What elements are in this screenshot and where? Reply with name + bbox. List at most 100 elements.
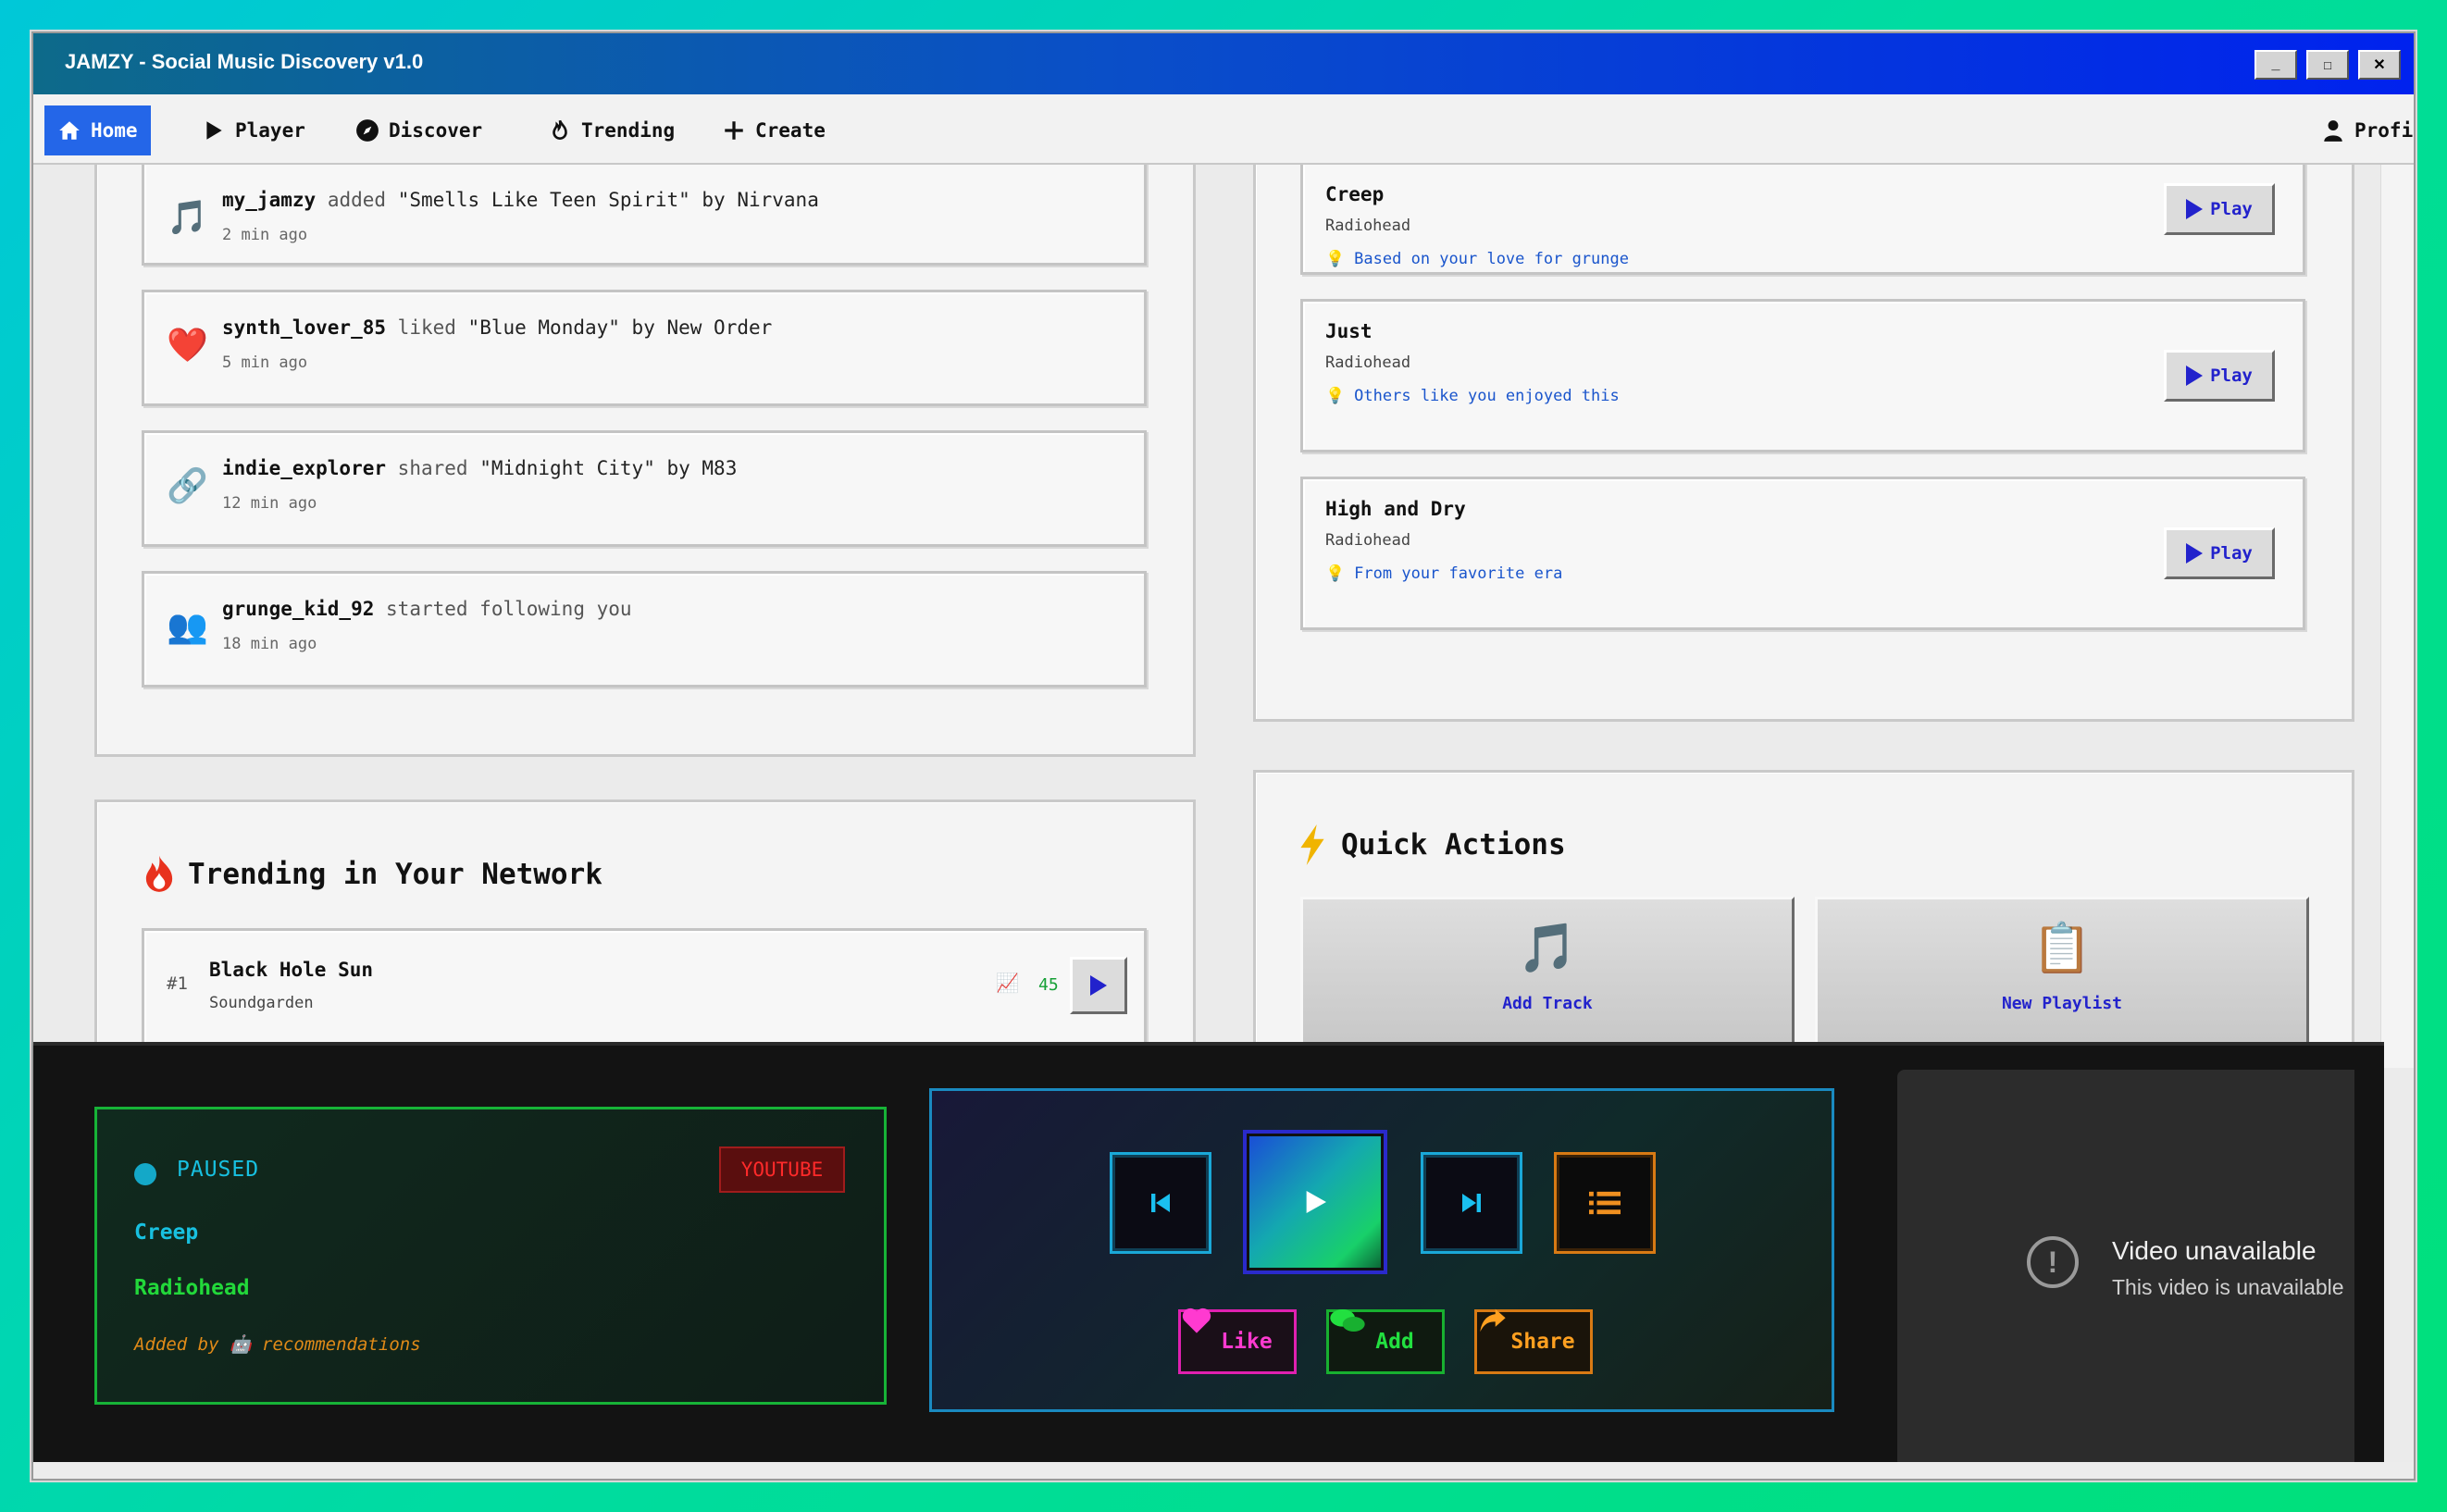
music-note-icon: 🎵	[167, 199, 208, 237]
status-dot	[134, 1163, 156, 1185]
activity-item[interactable]: 👥 grunge_kid_92 started following you 18…	[142, 571, 1147, 688]
now-playing-title[interactable]: Creep	[134, 1221, 198, 1245]
activity-item[interactable]: ❤️ synth_lover_85 liked "Blue Monday" by…	[142, 290, 1147, 406]
play-icon	[2186, 543, 2204, 564]
main-content[interactable]: 🎵 my_jamzy added "Smells Like Teen Spiri…	[33, 165, 2384, 1068]
maximize-button[interactable]: □	[2306, 50, 2349, 80]
trending-rank: #1	[167, 973, 188, 994]
plus-icon	[725, 121, 743, 140]
rec-artist: Radiohead	[1325, 353, 1411, 372]
status-strip	[33, 1462, 2414, 1479]
rec-reason-text: From your favorite era	[1354, 564, 1563, 583]
player-bar-edge	[2354, 1046, 2384, 1466]
lightbulb-icon: 💡	[1325, 250, 1346, 268]
add-track-label: Add Track	[1502, 994, 1593, 1013]
scrollbar[interactable]	[2380, 165, 2414, 1068]
recommendations-panel: Creep Radiohead 💡 Based on your love for …	[1253, 165, 2354, 722]
playback-controls: Like Add Share	[929, 1088, 1834, 1412]
share-arrow-icon	[1480, 1308, 1506, 1332]
window-title: JAMZY - Social Music Discovery v1.0	[65, 50, 424, 73]
activity-text: grunge_kid_92 started following you	[222, 598, 632, 620]
minimize-button[interactable]: _	[2254, 50, 2297, 80]
activity-user[interactable]: my_jamzy	[222, 189, 316, 211]
play-button[interactable]: Play	[2164, 183, 2275, 235]
rec-reason: 💡 Based on your love for grunge	[1325, 250, 1629, 268]
nav-profile-label: Profile	[2354, 119, 2414, 142]
add-button[interactable]: Add	[1326, 1309, 1445, 1374]
nav-discover[interactable]: Discover	[342, 105, 495, 155]
trending-item[interactable]: #1 Black Hole Sun Soundgarden 📈 45	[142, 928, 1147, 1045]
play-icon	[1306, 1191, 1326, 1213]
skip-next-icon	[1462, 1194, 1481, 1212]
recommendation-card[interactable]: High and Dry Radiohead 💡 From your favori…	[1300, 477, 2305, 630]
rec-title: Just	[1325, 320, 1373, 342]
activity-text: my_jamzy added "Smells Like Teen Spirit"…	[222, 189, 819, 211]
now-playing-artist[interactable]: Radiohead	[134, 1276, 250, 1300]
nav-home[interactable]: Home	[44, 105, 151, 155]
playback-status: PAUSED	[177, 1158, 260, 1182]
play-pause-button[interactable]	[1243, 1130, 1387, 1274]
queue-button[interactable]	[1554, 1152, 1656, 1254]
users-icon: 👥	[167, 608, 208, 646]
trending-panel: Trending in Your Network #1 Black Hole S…	[94, 799, 1196, 1068]
play-icon	[1090, 975, 1107, 996]
nav-discover-label: Discover	[389, 119, 483, 142]
compass-icon	[356, 119, 379, 142]
user-icon	[2324, 120, 2342, 142]
play-icon	[206, 121, 222, 140]
activity-item[interactable]: 🎵 my_jamzy added "Smells Like Teen Spiri…	[142, 165, 1147, 266]
close-button[interactable]: ✕	[2358, 50, 2401, 80]
add-track-button[interactable]: 🎵 Add Track	[1300, 897, 1795, 1045]
rec-title: High and Dry	[1325, 498, 1466, 520]
rec-title: Creep	[1325, 183, 1385, 205]
add-label: Add	[1375, 1330, 1414, 1354]
nav-profile[interactable]: Profile	[2308, 105, 2414, 155]
activity-text: indie_explorer shared "Midnight City" by…	[222, 457, 737, 479]
chart-up-icon: 📈	[996, 972, 1019, 994]
activity-item[interactable]: 🔗 indie_explorer shared "Midnight City" …	[142, 430, 1147, 547]
activity-user[interactable]: grunge_kid_92	[222, 598, 374, 620]
activity-time: 5 min ago	[222, 353, 308, 372]
nav-trending[interactable]: Trending	[535, 105, 688, 155]
trending-play-button[interactable]	[1070, 957, 1127, 1014]
title-bar[interactable]: JAMZY - Social Music Discovery v1.0 _ □ …	[33, 33, 2414, 94]
video-unavailable-subtitle: This video is unavailable	[2112, 1275, 2344, 1299]
previous-button[interactable]	[1110, 1152, 1211, 1254]
recommendation-card[interactable]: Creep Radiohead 💡 Based on your love for …	[1300, 165, 2305, 275]
alert-icon: !	[2027, 1236, 2079, 1288]
nav-create[interactable]: Create	[709, 105, 838, 155]
video-embed[interactable]: ! Video unavailable This video is unavai…	[1897, 1070, 2362, 1468]
nav-create-label: Create	[755, 119, 826, 142]
recommendation-card[interactable]: Just Radiohead 💡 Others like you enjoyed …	[1300, 299, 2305, 452]
activity-object: "Blue Monday" by New Order	[467, 316, 773, 339]
share-label: Share	[1510, 1330, 1575, 1354]
like-button[interactable]: Like	[1178, 1308, 1297, 1374]
next-button[interactable]	[1421, 1152, 1522, 1254]
rec-artist: Radiohead	[1325, 217, 1411, 235]
play-button-label: Play	[2210, 366, 2253, 386]
activity-object: "Smells Like Teen Spirit" by Nirvana	[397, 189, 819, 211]
heart-icon: ❤️	[167, 327, 208, 365]
activity-time: 12 min ago	[222, 494, 317, 513]
play-icon	[2186, 199, 2204, 219]
clipboard-icon: 📋	[2031, 921, 2093, 976]
nav-home-label: Home	[91, 119, 138, 142]
play-button[interactable]: Play	[2164, 527, 2275, 579]
rec-reason: 💡 From your favorite era	[1325, 564, 1562, 583]
chat-bubble-icon	[1330, 1309, 1365, 1332]
play-button[interactable]: Play	[2164, 350, 2275, 402]
activity-feed-panel: 🎵 my_jamzy added "Smells Like Teen Spiri…	[94, 165, 1196, 757]
new-playlist-button[interactable]: 📋 New Playlist	[1815, 897, 2309, 1045]
nav-player[interactable]: Player	[189, 105, 318, 155]
home-icon	[59, 121, 80, 140]
activity-user[interactable]: indie_explorer	[222, 457, 386, 479]
app-window: JAMZY - Social Music Discovery v1.0 _ □ …	[31, 31, 2416, 1481]
music-note-icon: 🎵	[1517, 921, 1578, 976]
activity-verb: shared	[397, 457, 468, 479]
share-button[interactable]: Share	[1474, 1308, 1593, 1374]
video-unavailable-title: Video unavailable	[2112, 1236, 2317, 1265]
nav-trending-label: Trending	[581, 119, 676, 142]
activity-user[interactable]: synth_lover_85	[222, 316, 386, 339]
like-label: Like	[1221, 1330, 1273, 1354]
rec-artist: Radiohead	[1325, 531, 1411, 550]
